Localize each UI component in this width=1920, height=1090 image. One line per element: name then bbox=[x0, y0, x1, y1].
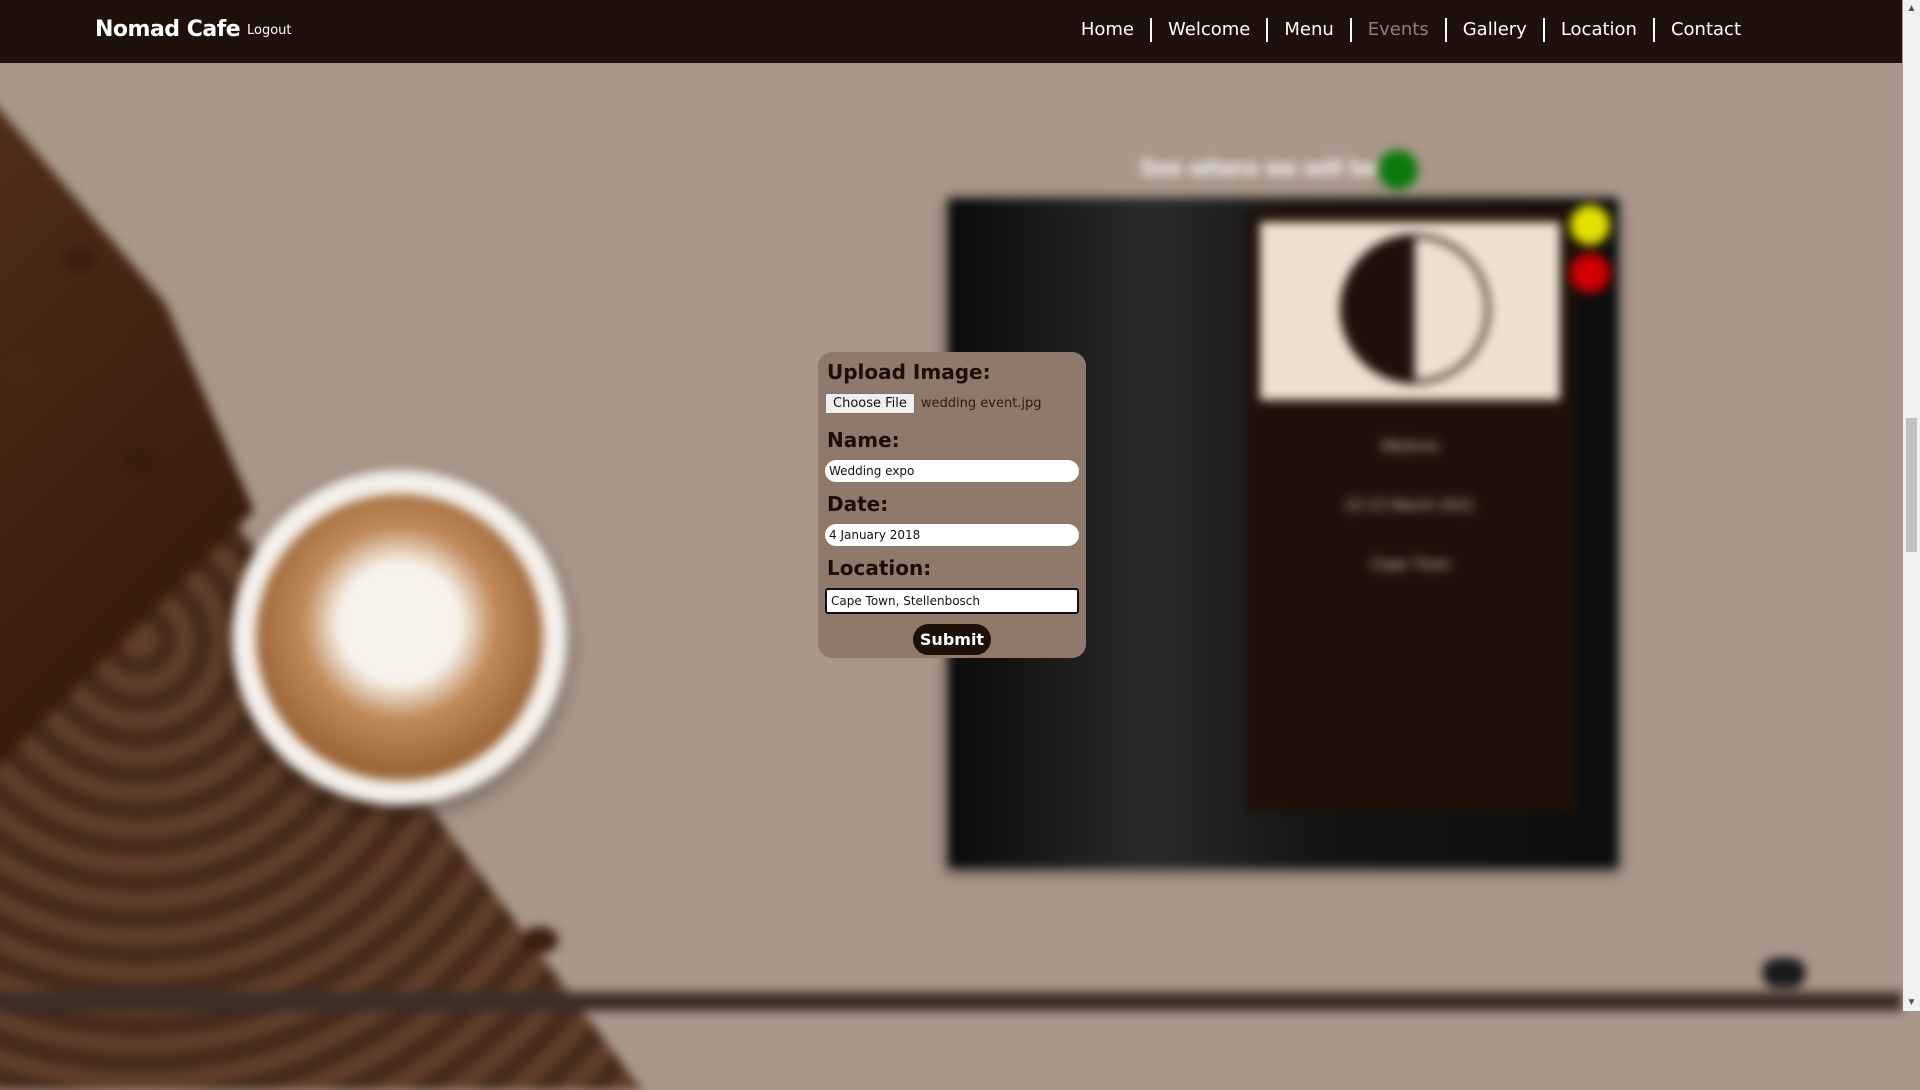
nav-location[interactable]: Location bbox=[1542, 18, 1653, 42]
scroll-down-arrow-icon[interactable]: ▼ bbox=[1903, 994, 1920, 1011]
nav-events[interactable]: Events bbox=[1349, 18, 1445, 42]
submit-button[interactable]: Submit bbox=[912, 624, 992, 655]
nav-home[interactable]: Home bbox=[1065, 18, 1150, 42]
upload-image-label: Upload Image: bbox=[827, 360, 991, 384]
scroll-thumb[interactable] bbox=[1906, 418, 1917, 552]
next-slide-button[interactable] bbox=[1762, 958, 1806, 988]
nav-menu[interactable]: Menu bbox=[1266, 18, 1349, 42]
nav-gallery[interactable]: Gallery bbox=[1444, 18, 1543, 42]
main-nav: Home Welcome Menu Events Gallery Locatio… bbox=[1065, 18, 1757, 42]
edit-event-button[interactable] bbox=[1570, 205, 1610, 245]
name-label: Name: bbox=[827, 428, 900, 452]
choose-file-button[interactable]: Choose File bbox=[825, 392, 915, 414]
latte-cup-image bbox=[232, 470, 567, 805]
page-scrollbar[interactable]: ▲ ▼ bbox=[1903, 0, 1920, 1011]
name-input[interactable] bbox=[825, 460, 1079, 482]
brand-logo-text[interactable]: Nomad Cafe bbox=[95, 17, 241, 42]
selected-file-name: wedding event.jpg bbox=[920, 395, 1042, 411]
event-card-logo bbox=[1260, 222, 1560, 400]
event-card-name: Mielorre bbox=[1381, 438, 1439, 455]
delete-event-button[interactable] bbox=[1570, 253, 1610, 293]
nav-contact[interactable]: Contact bbox=[1652, 18, 1757, 42]
upload-event-form: Upload Image: Choose File wedding event.… bbox=[818, 352, 1086, 658]
nav-welcome[interactable]: Welcome bbox=[1150, 18, 1266, 42]
date-label: Date: bbox=[827, 492, 889, 516]
event-card-location: Cape Town bbox=[1370, 556, 1450, 573]
scroll-up-arrow-icon[interactable]: ▲ bbox=[1903, 0, 1920, 17]
file-input: Choose File wedding event.jpg bbox=[825, 392, 1079, 414]
event-card-date: 22-23 March 2021 bbox=[1345, 497, 1475, 514]
location-label: Location: bbox=[827, 556, 932, 580]
add-event-button[interactable] bbox=[1378, 150, 1418, 190]
footer-edge bbox=[0, 992, 1902, 1011]
logout-link[interactable]: Logout bbox=[247, 23, 292, 38]
location-input[interactable] bbox=[825, 588, 1079, 614]
date-input[interactable] bbox=[825, 524, 1079, 546]
events-heading: See where we will be: bbox=[1140, 155, 1386, 182]
top-navbar: Nomad Cafe Logout Home Welcome Menu Even… bbox=[0, 0, 1902, 63]
